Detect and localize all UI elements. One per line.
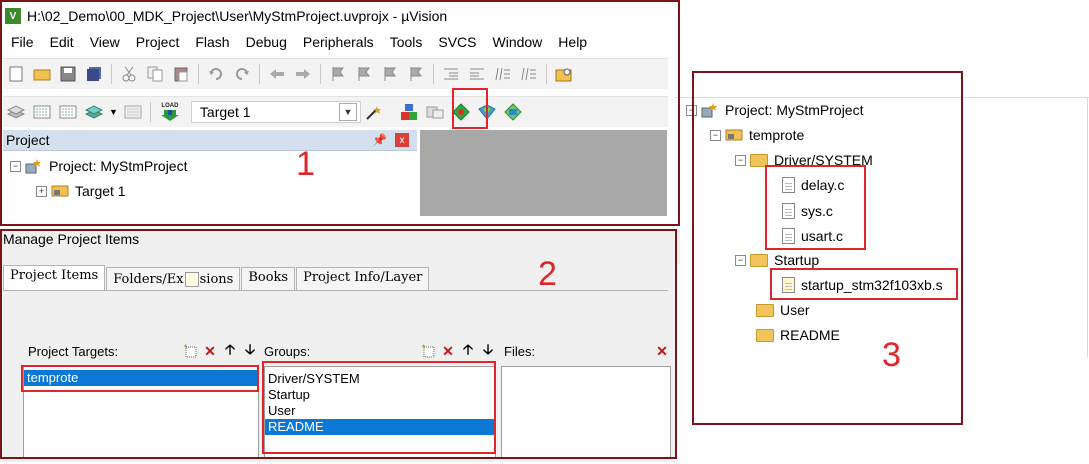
pane-border — [1087, 97, 1088, 357]
highlight-startup-file — [770, 268, 958, 300]
annotation-number: 1 — [296, 145, 315, 183]
highlight-driver-files — [765, 165, 866, 250]
annotation-number: 2 — [538, 255, 557, 293]
highlight-target — [21, 365, 259, 392]
highlight-manage-icon — [452, 88, 488, 129]
annotation-number: 3 — [882, 336, 901, 374]
annotation-box-1 — [0, 0, 680, 226]
highlight-groups — [262, 361, 496, 454]
